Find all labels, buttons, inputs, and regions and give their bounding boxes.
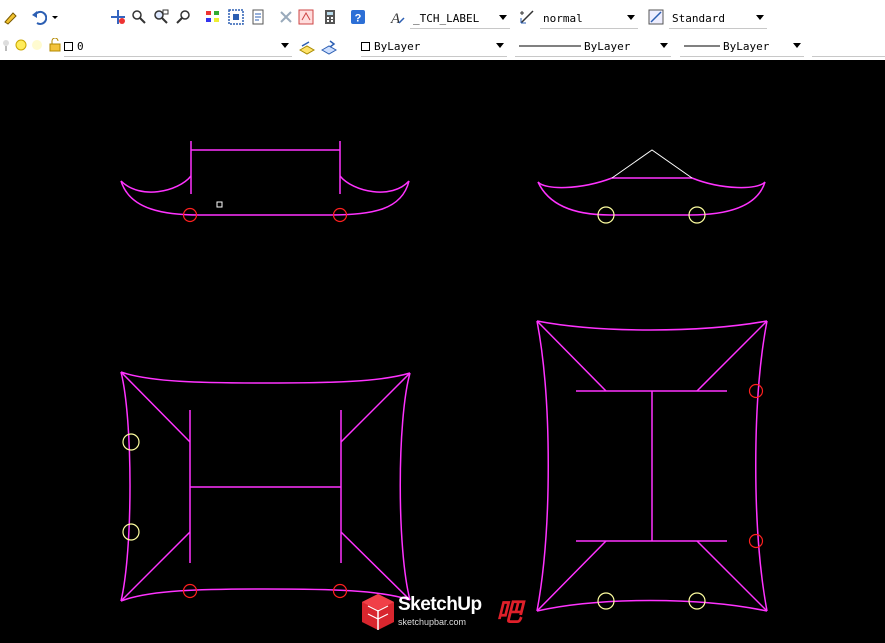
sketchup-logo-icon (362, 594, 394, 630)
chevron-down-icon[interactable] (756, 15, 764, 20)
table-style-icon[interactable] (647, 8, 665, 26)
layer-viewport-freeze-icon[interactable] (30, 36, 44, 54)
watermark-url-text: sketchupbar.com (398, 617, 467, 627)
layers-properties-row: 0 ByLayer ByLayer ByLayer (0, 32, 885, 60)
dimension-style-select[interactable]: normal (540, 8, 638, 29)
sketchupbar-watermark: SketchUp 吧 sketchupbar.com (360, 590, 528, 634)
linetype-value: ByLayer (584, 39, 631, 53)
dimension-style-value: normal (543, 11, 583, 25)
chevron-down-icon[interactable] (281, 43, 289, 48)
chevron-down-icon[interactable] (499, 15, 507, 20)
gable-peak-line (611, 149, 693, 179)
plan-right-edge (755, 320, 768, 612)
svg-text:?: ? (355, 13, 362, 25)
hip-line-bl (536, 540, 607, 612)
zoom-window-icon[interactable] (152, 8, 170, 26)
pan-icon[interactable] (109, 8, 127, 26)
zoom-previous-icon[interactable] (175, 8, 193, 26)
layer-value: 0 (77, 39, 84, 53)
match-properties-icon[interactable] (2, 8, 20, 26)
calculator-icon[interactable] (321, 8, 339, 26)
properties-icon[interactable] (204, 8, 222, 26)
chevron-down-icon[interactable] (660, 43, 668, 48)
layer-color-swatch (64, 41, 73, 51)
drawing-svg (120, 141, 768, 612)
plan-bottom-edge (536, 599, 768, 612)
watermark-brand-text: SketchUp (398, 594, 482, 615)
watermark-bar-text: 吧 (496, 597, 523, 627)
layer-on-icon[interactable] (0, 36, 12, 54)
color-swatch (361, 41, 370, 51)
plan-left-edge (536, 320, 549, 612)
layer-previous-icon[interactable] (320, 38, 338, 56)
tool-palettes-icon[interactable] (250, 8, 268, 26)
hip-line-br (696, 540, 768, 612)
linetype-preview-line (519, 45, 581, 47)
column-marker-yellow (122, 433, 140, 451)
column-marker-yellow (122, 523, 140, 541)
table-style-select[interactable]: Standard (669, 8, 767, 29)
roof-eave-left-curve (120, 175, 192, 193)
layer-lock-icon[interactable] (48, 36, 62, 54)
pickbox-cursor (216, 201, 223, 208)
roof-plan-left (120, 371, 411, 602)
linetype-select[interactable]: ByLayer (515, 36, 671, 57)
hip-line-tl (536, 320, 607, 392)
plot-style-select[interactable] (812, 36, 885, 57)
table-style-value: Standard (672, 11, 725, 25)
lineweight-select[interactable]: ByLayer (680, 36, 804, 57)
standard-toolbar-row: ? A _TCH_LABEL normal Standard (0, 3, 885, 31)
make-object-layer-current-icon[interactable] (298, 38, 316, 56)
undo-icon[interactable] (30, 8, 48, 26)
design-center-icon[interactable] (227, 8, 245, 26)
hip-line-tr (340, 372, 411, 443)
column-marker-red (748, 533, 764, 549)
text-style-icon[interactable]: A (388, 8, 406, 26)
color-select[interactable]: ByLayer (361, 36, 507, 57)
front-elevation-left (120, 141, 410, 216)
color-value: ByLayer (374, 39, 421, 53)
undo-dropdown-icon[interactable] (50, 8, 60, 26)
column-marker-red (748, 383, 764, 399)
roof-eave-right-curve (339, 175, 410, 193)
sheet-set-icon[interactable] (277, 8, 295, 26)
chevron-down-icon[interactable] (496, 43, 504, 48)
zoom-realtime-icon[interactable] (130, 8, 148, 26)
help-icon[interactable]: ? (349, 8, 367, 26)
layer-select[interactable]: 0 (64, 36, 292, 57)
hip-line-tr (696, 320, 768, 392)
chevron-down-icon[interactable] (793, 43, 801, 48)
markup-icon[interactable] (297, 8, 315, 26)
plan-left-edge (120, 371, 131, 602)
plan-right-edge (399, 372, 411, 601)
roof-plan-right (536, 320, 768, 612)
roof-eave-curve (537, 177, 766, 189)
roof-base-curve (120, 180, 410, 216)
model-space-canvas[interactable] (0, 60, 885, 643)
dimension-style-icon[interactable] (518, 8, 536, 26)
side-elevation-right (537, 177, 766, 216)
cad-toolbar: ? A _TCH_LABEL normal Standard 0 ByLayer… (0, 0, 885, 60)
chevron-down-icon[interactable] (627, 15, 635, 20)
text-style-select[interactable]: _TCH_LABEL (410, 8, 510, 29)
lineweight-preview-line (684, 45, 720, 47)
hip-line-tl (120, 371, 191, 443)
lineweight-value: ByLayer (723, 39, 770, 53)
text-style-value: _TCH_LABEL (413, 11, 480, 25)
layer-freeze-icon[interactable] (14, 36, 28, 54)
plan-top-edge (536, 320, 768, 331)
plan-top-edge (120, 371, 411, 384)
